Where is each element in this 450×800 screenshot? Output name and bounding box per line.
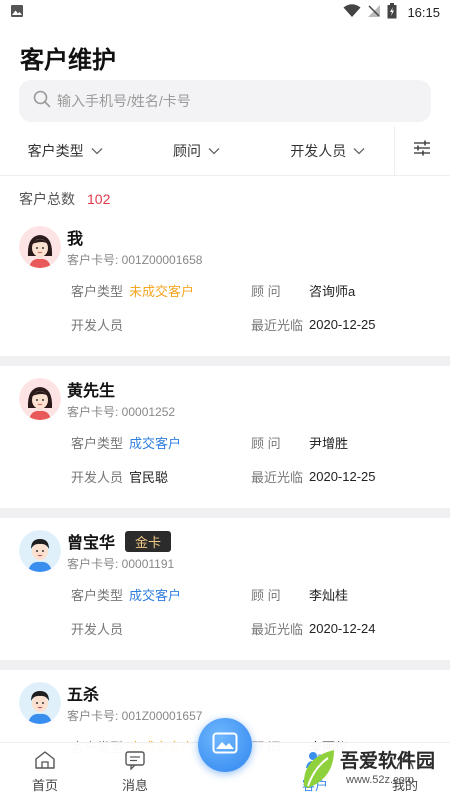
field-label-advisor: 顾 问 xyxy=(251,283,281,299)
sliders-icon xyxy=(413,140,431,161)
customer-card[interactable]: 黄先生 客户卡号: 00001252 客户类型 成交客户 顾 问 尹增胜 开发人员官… xyxy=(0,366,450,508)
field-label-advisor: 顾 问 xyxy=(251,435,281,451)
page-title: 客户维护 xyxy=(20,47,116,74)
field-label-type: 客户类型 xyxy=(71,283,124,299)
home-icon xyxy=(34,750,56,773)
nav-label: 消息 xyxy=(121,777,148,793)
customer-list: 我 客户卡号: 001Z00001658 客户类型 未成交客户 顾 问咨询师a 开… xyxy=(0,214,450,800)
customer-card-number: 客户卡号: 001Z00001658 xyxy=(67,253,203,267)
advisor-value: 李灿桂 xyxy=(309,587,349,603)
customer-name: 五杀 xyxy=(67,687,100,704)
app-root: 16:15 客户维护 客户类型 顾问 开发人员 xyxy=(0,0,450,800)
customer-name: 黄先生 xyxy=(67,383,116,400)
field-label-developer: 开发人员 xyxy=(71,621,124,637)
chevron-down-icon xyxy=(352,144,366,158)
site-watermark: 吾爱软件园 www.52z.com xyxy=(300,742,448,798)
card-divider xyxy=(0,660,450,670)
female-avatar-icon xyxy=(19,378,61,420)
total-count: 102 xyxy=(87,190,111,207)
message-icon xyxy=(124,750,146,773)
male-avatar-icon xyxy=(19,530,61,572)
last-visit-value: 2020-12-24 xyxy=(309,620,376,636)
nav-label: 首页 xyxy=(31,777,58,793)
customer-card-number: 客户卡号: 00001252 xyxy=(67,405,176,419)
customer-card[interactable]: 我 客户卡号: 001Z00001658 客户类型 未成交客户 顾 问 咨询师a 开… xyxy=(0,214,450,356)
search-bar[interactable] xyxy=(19,80,431,122)
field-label-last-visit: 最近光临 xyxy=(251,469,304,485)
card-divider xyxy=(0,356,450,366)
chevron-down-icon xyxy=(207,144,221,158)
customer-type-value: 成交客户 xyxy=(129,587,182,603)
filter-customer-type[interactable]: 客户类型 xyxy=(0,126,131,175)
customer-type-value: 成交客户 xyxy=(129,435,182,451)
nav-messages[interactable]: 消息 xyxy=(90,743,180,800)
filter-advisor[interactable]: 顾问 xyxy=(131,126,262,175)
chevron-down-icon xyxy=(90,144,104,158)
watermark-url: www.52z.com xyxy=(346,774,414,786)
customer-name: 曾宝华 xyxy=(67,535,116,552)
status-time: 16:15 xyxy=(407,4,440,20)
filter-label: 顾问 xyxy=(172,142,201,159)
field-label-type: 客户类型 xyxy=(71,587,124,603)
last-visit-value: 2020-12-25 xyxy=(309,316,376,332)
status-bar: 16:15 xyxy=(0,0,450,24)
nav-home[interactable]: 首页 xyxy=(0,743,90,800)
advisor-value: 尹增胜 xyxy=(309,435,349,451)
watermark-title: 吾爱软件园 xyxy=(340,751,436,772)
male-avatar-icon xyxy=(19,682,61,724)
gallery-notification-icon xyxy=(10,4,24,21)
field-label-last-visit: 最近光临 xyxy=(251,621,304,637)
customer-card-number: 客户卡号: 001Z00001657 xyxy=(67,709,203,723)
filter-label: 开发人员 xyxy=(290,142,347,159)
last-visit-value: 2020-12-25 xyxy=(309,468,376,484)
filter-settings-button[interactable] xyxy=(393,126,450,175)
field-label-type: 客户类型 xyxy=(71,435,124,451)
customer-card[interactable]: 曾宝华 金卡 客户卡号: 00001191 客户类型 成交客户 顾 问 李灿桂 开发… xyxy=(0,518,450,660)
field-label-advisor: 顾 问 xyxy=(251,587,281,603)
field-label-developer: 开发人员 xyxy=(71,469,124,485)
advisor-value: 咨询师a xyxy=(309,283,356,299)
search-icon xyxy=(33,90,51,113)
battery-charging-icon xyxy=(387,2,397,22)
filter-developer[interactable]: 开发人员 xyxy=(263,126,394,175)
customer-name: 我 xyxy=(67,231,84,248)
filter-bar: 客户类型 顾问 开发人员 xyxy=(0,126,450,176)
field-label-developer: 开发人员 xyxy=(71,317,124,333)
customer-card-number: 客户卡号: 00001191 xyxy=(67,557,175,571)
center-image-button[interactable] xyxy=(198,718,252,772)
search-input[interactable] xyxy=(57,93,357,109)
filter-label: 客户类型 xyxy=(27,142,84,159)
field-label-last-visit: 最近光临 xyxy=(251,317,304,333)
membership-badge: 金卡 xyxy=(125,530,172,552)
card-divider xyxy=(0,508,450,518)
total-label: 客户总数 xyxy=(19,190,75,207)
customer-type-value: 未成交客户 xyxy=(129,283,195,299)
leaf-logo-icon xyxy=(303,750,334,788)
no-signal-icon xyxy=(367,4,381,21)
image-icon xyxy=(212,732,238,759)
wifi-icon xyxy=(343,3,361,21)
developer-value: 官民聪 xyxy=(129,469,169,485)
female-avatar-icon xyxy=(19,226,61,268)
